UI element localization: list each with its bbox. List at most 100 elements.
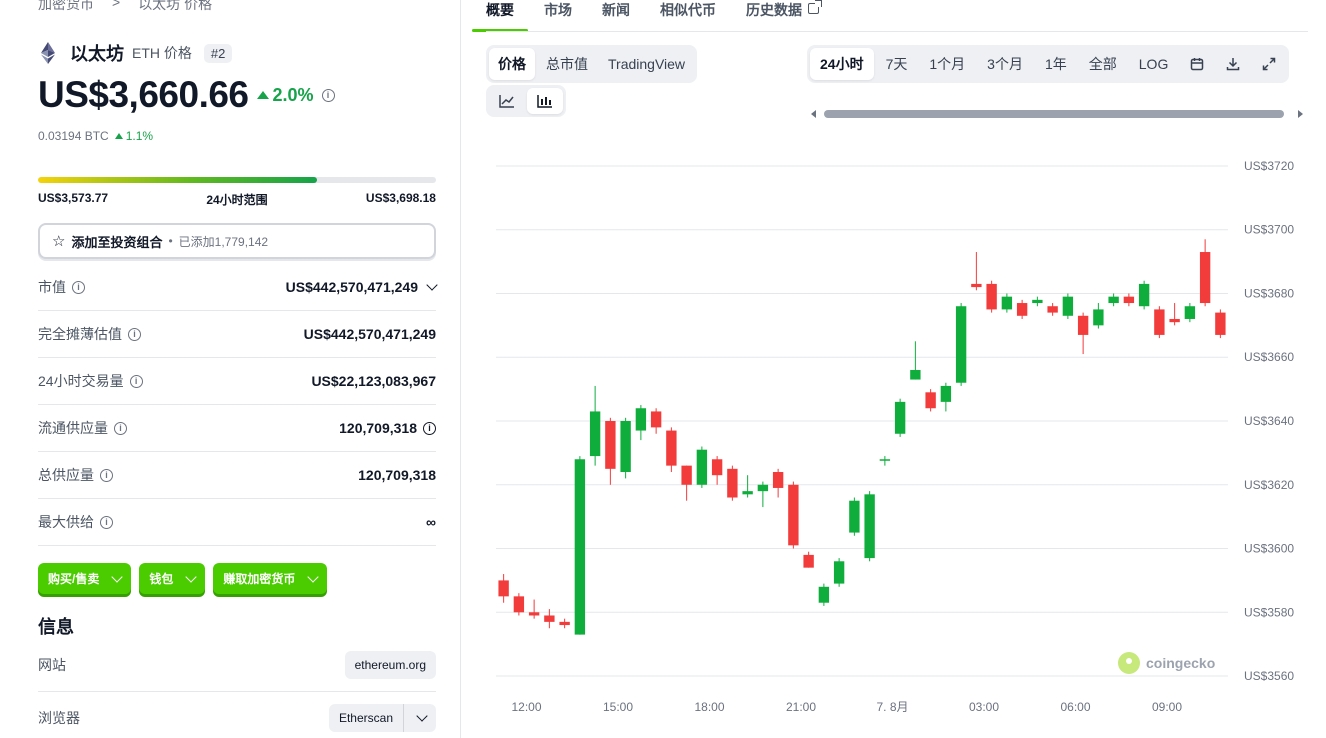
chart-mode-market-cap[interactable]: 总市值: [537, 48, 597, 80]
x-tick-label: 06:00: [1060, 700, 1090, 714]
candle-body: [528, 612, 540, 616]
add-to-portfolio-button[interactable]: ☆ 添加至投资组合 • 已添加1,779,142: [38, 223, 436, 259]
candle-body: [620, 421, 631, 473]
candle-body: [1215, 312, 1226, 335]
calendar-button[interactable]: [1180, 48, 1214, 80]
candle-body: [498, 580, 509, 597]
earn-crypto-button[interactable]: 赚取加密货币: [213, 563, 328, 594]
price-candlestick-chart[interactable]: US$3560 US$3580 US$3600 US$3620 US$3640 US$36…: [486, 150, 1326, 730]
tab-markets[interactable]: 市场: [544, 0, 572, 32]
info-icon[interactable]: i: [128, 327, 141, 341]
line-chart-button[interactable]: [489, 88, 525, 114]
range-all[interactable]: 全部: [1079, 48, 1127, 80]
stat-value: US$442,570,471,249: [303, 326, 436, 342]
candle-body: [757, 484, 769, 492]
buy-sell-button[interactable]: 购买/售卖: [38, 563, 132, 594]
divider: [38, 691, 436, 692]
candle-body: [910, 369, 921, 380]
ethereum-icon: [41, 42, 55, 64]
stat-value: ∞: [426, 514, 436, 530]
range-24h[interactable]: 24小时: [810, 48, 874, 80]
tab-similar-coins[interactable]: 相似代币: [660, 0, 716, 32]
candle-body: [1093, 309, 1104, 326]
stat-value-text: 120,709,318: [339, 420, 417, 436]
x-tick-label: 15:00: [603, 700, 633, 714]
info-icon[interactable]: i: [100, 515, 113, 529]
tab-overview[interactable]: 概要: [472, 0, 528, 32]
candlestick-chart-button[interactable]: [527, 88, 563, 114]
candle-body: [1032, 299, 1043, 304]
candle-body: [772, 472, 784, 488]
fullscreen-button[interactable]: [1252, 48, 1286, 80]
scroll-left-icon[interactable]: [811, 110, 816, 118]
info-icon[interactable]: i: [423, 421, 436, 435]
range-1m[interactable]: 1个月: [919, 48, 975, 80]
x-tick-label: 12:00: [511, 700, 541, 714]
explorer-label: 浏览器: [38, 710, 80, 726]
explorer-dropdown-toggle[interactable]: [404, 704, 436, 732]
portfolio-added-count: 已添加1,779,142: [178, 234, 269, 249]
candle-body: [1001, 296, 1013, 310]
stat-value: 120,709,318: [358, 467, 436, 483]
candle-body: [803, 554, 814, 568]
scrollbar-thumb[interactable]: [824, 110, 1284, 118]
wallet-button[interactable]: 钱包: [139, 563, 206, 594]
candle-body: [940, 385, 952, 402]
info-icon[interactable]: i: [129, 374, 143, 388]
stat-value[interactable]: US$442,570,471,249: [286, 279, 438, 295]
scroll-right-icon[interactable]: [1298, 110, 1303, 118]
candle-body: [711, 459, 723, 476]
stat-label: 24小时交易量 i: [38, 371, 143, 391]
explorer-link[interactable]: Etherscan: [329, 704, 404, 732]
y-tick-label: US$3600: [1244, 542, 1294, 556]
range-bar-fill: [38, 177, 317, 183]
candle-body: [925, 392, 936, 409]
coin-overview-panel: 加密货币 > 以太坊 价格 以太坊 ETH 价格 #2 US$3,660.66 …: [38, 0, 438, 738]
x-tick-label: 09:00: [1152, 700, 1182, 714]
range-7d[interactable]: 7天: [876, 48, 918, 80]
breadcrumb-parent[interactable]: 加密货币: [38, 0, 94, 14]
btc-change: 1.1%: [114, 129, 153, 143]
range-log[interactable]: LOG: [1129, 48, 1179, 80]
candle-body: [849, 500, 860, 533]
download-button[interactable]: [1216, 48, 1250, 80]
chart-mode-tradingview[interactable]: TradingView: [599, 48, 694, 80]
candle-body: [742, 491, 753, 495]
breadcrumb-separator: >: [112, 0, 121, 10]
candle-body: [1123, 296, 1135, 304]
stat-value: US$22,123,083,967: [311, 373, 436, 389]
stat-label-text: 总供应量: [38, 467, 94, 483]
calendar-icon: [1191, 58, 1204, 71]
coin-title: 以太坊 ETH 价格 #2: [38, 40, 233, 66]
stat-value: 120,709,318 i: [339, 420, 436, 436]
info-icon[interactable]: i: [321, 88, 335, 102]
stat-label: 总供应量 i: [38, 465, 113, 485]
candle-body: [818, 586, 830, 603]
bullet: •: [168, 234, 173, 248]
arrow-up-icon: [114, 133, 123, 139]
website-link[interactable]: ethereum.org: [344, 651, 436, 679]
stat-row-fdv: 完全摊薄估值 i US$442,570,471,249: [38, 311, 436, 358]
tab-news[interactable]: 新闻: [602, 0, 630, 32]
stat-label-text: 市值: [38, 279, 66, 295]
info-icon[interactable]: i: [100, 468, 113, 482]
candle-body: [559, 621, 570, 626]
price-row: US$3,660.66 2.0% i: [38, 74, 335, 116]
candle-body: [894, 401, 906, 434]
stat-row-circulating-supply: 流通供应量 i 120,709,318 i: [38, 405, 436, 452]
info-icon[interactable]: i: [114, 421, 127, 435]
range-1y[interactable]: 1年: [1035, 48, 1077, 80]
info-icon[interactable]: i: [72, 280, 85, 294]
price-change-24h: 2.0%: [256, 84, 314, 106]
chart-mode-price[interactable]: 价格: [489, 48, 535, 80]
y-tick-label: US$3640: [1244, 414, 1294, 428]
range-3m[interactable]: 3个月: [977, 48, 1033, 80]
price-change-value: 2.0%: [272, 84, 314, 105]
stat-row-max-supply: 最大供给 i ∞: [38, 499, 436, 546]
tabs-underline: [486, 31, 1308, 32]
download-icon: [1227, 58, 1240, 71]
info-row-explorer: 浏览器 Etherscan: [38, 703, 436, 733]
tab-historical-data[interactable]: 历史数据: [746, 0, 822, 32]
range-low: US$3,573.77: [38, 191, 109, 205]
chart-range-scrollbar[interactable]: [808, 107, 1306, 121]
